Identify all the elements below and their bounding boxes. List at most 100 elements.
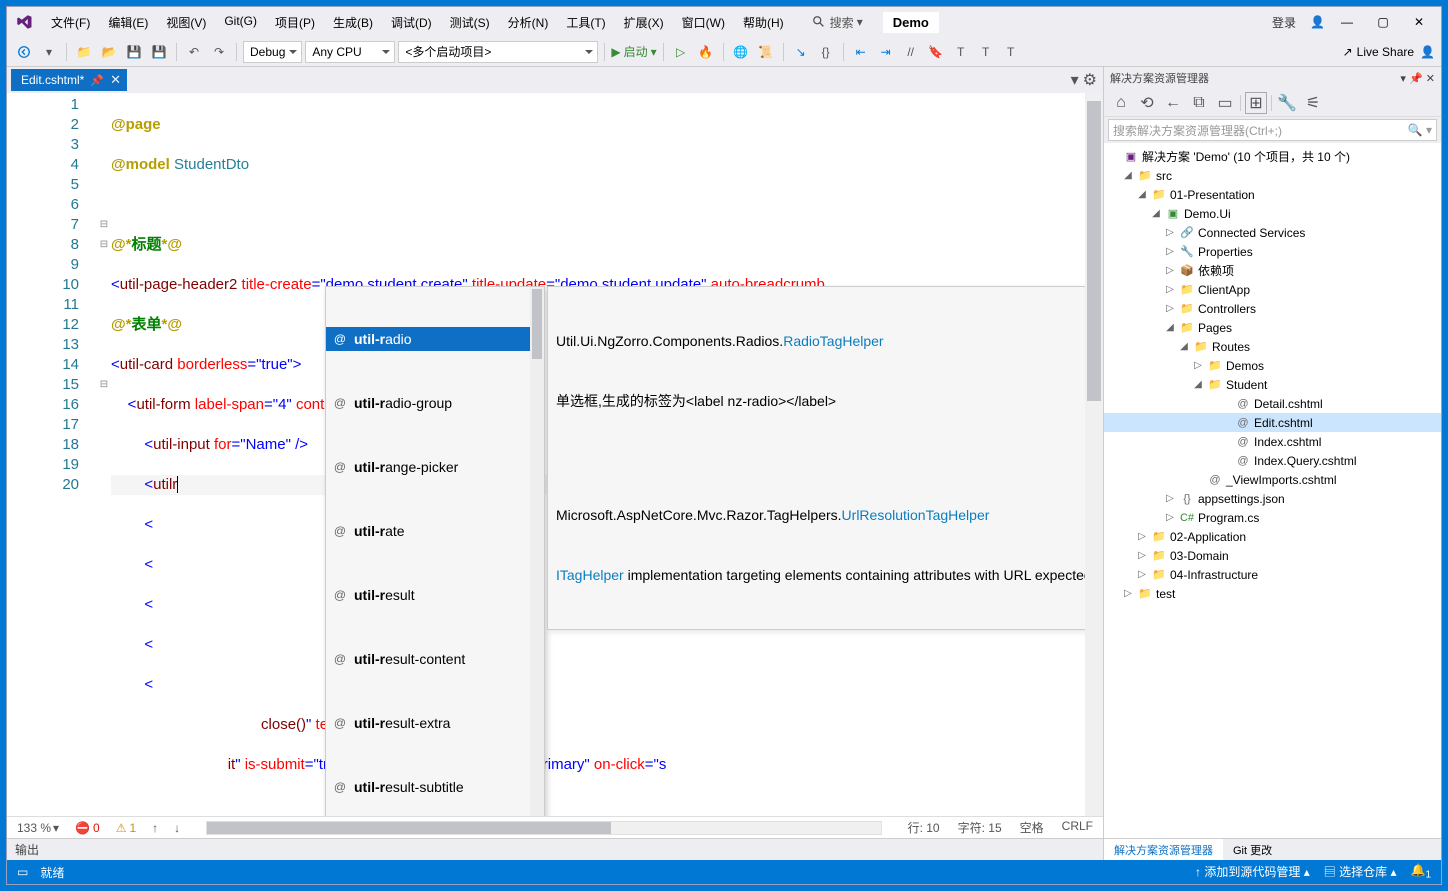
new-project-icon[interactable]: 📁 [73,41,95,63]
script-icon[interactable]: 📜 [755,41,777,63]
intellisense-item[interactable]: @util-result-content [326,647,544,671]
config-combo[interactable]: Debug [243,41,302,63]
view-icon[interactable]: ⊞ [1245,92,1267,114]
intellisense-item[interactable]: @util-result-extra [326,711,544,735]
solution-tree[interactable]: ▣解决方案 'Demo' (10 个项目，共 10 个) ◢📁src ◢📁01-… [1104,143,1441,838]
zoom-level[interactable]: 133 % ▾ [17,821,59,835]
fold-column[interactable]: ⊟⊟⊟ [97,93,111,816]
feedback-icon[interactable]: 👤 [1420,45,1435,59]
home-icon[interactable]: ⌂ [1110,92,1132,114]
save-all-icon[interactable]: 💾 [148,41,170,63]
brackets-icon[interactable]: {} [815,41,837,63]
filter-icon[interactable]: ⚟ [1302,92,1324,114]
eol-mode[interactable]: CRLF [1062,819,1093,836]
folder-icon: 📁 [1179,282,1195,298]
search-box[interactable]: 搜索 ▾ [812,14,863,31]
vertical-scrollbar[interactable] [1085,93,1103,816]
intellisense-item[interactable]: @util-radio-group [326,391,544,415]
intellisense-item[interactable]: @util-range-picker [326,455,544,479]
cursor-col[interactable]: 字符: 15 [958,819,1002,836]
panel-dropdown-icon[interactable]: ▾ [1400,73,1406,85]
menu-window[interactable]: 窗口(W) [674,10,733,35]
notification-icon[interactable]: 🔔1 [1410,863,1431,880]
t2-icon[interactable]: T [975,41,997,63]
comment-icon[interactable]: // [900,41,922,63]
start-no-debug-icon[interactable]: ▷ [670,41,692,63]
bookmark-icon[interactable]: 🔖 [925,41,947,63]
horizontal-scrollbar[interactable] [206,821,881,835]
back-icon[interactable]: ← [1162,92,1184,114]
intellisense-item[interactable]: @util-result-subtitle [326,775,544,799]
solution-search[interactable]: 搜索解决方案资源管理器(Ctrl+;) 🔍 ▾ [1108,119,1437,141]
nav-back-icon[interactable] [13,41,35,63]
menu-debug[interactable]: 调试(D) [383,10,440,35]
t1-icon[interactable]: T [950,41,972,63]
liveshare-button[interactable]: ↗ Live Share [1343,45,1414,59]
menu-edit[interactable]: 编辑(E) [100,10,156,35]
save-icon[interactable]: 💾 [123,41,145,63]
indent-dec-icon[interactable]: ⇤ [850,41,872,63]
source-control-button[interactable]: ↑ 添加到源代码管理 ▴ [1195,863,1310,880]
panel-close-icon[interactable]: ✕ [1426,73,1435,85]
minimize-button[interactable]: — [1333,12,1361,32]
menu-tools[interactable]: 工具(T) [558,10,613,35]
output-icon[interactable]: ▭ [17,865,28,879]
main-menu: 文件(F) 编辑(E) 视图(V) Git(G) 项目(P) 生成(B) 调试(… [43,10,792,35]
tag-icon: @ [332,779,348,795]
stack-icon[interactable]: ▭ [1214,92,1236,114]
startup-combo[interactable]: <多个启动项目> [398,41,598,63]
tab-solution-explorer[interactable]: 解决方案资源管理器 [1104,839,1223,860]
tree-node-selected[interactable]: @Edit.cshtml [1104,413,1441,432]
nav-down-icon[interactable]: ↓ [174,821,180,835]
deps-icon: 📦 [1179,263,1195,279]
menu-git[interactable]: Git(G) [216,10,265,35]
sync-icon[interactable]: ⟲ [1136,92,1158,114]
cursor-line[interactable]: 行: 10 [908,819,940,836]
t3-icon[interactable]: T [1000,41,1022,63]
nav-fwd-icon[interactable]: ▾ [38,41,60,63]
code-editor[interactable]: 1234567891011121314151617181920 ⊟⊟⊟ @pag… [7,93,1103,816]
panel-pin-icon[interactable]: 📌 [1409,73,1423,85]
editor-tab[interactable]: Edit.cshtml* 📌 ✕ [11,69,127,91]
hot-reload-icon[interactable]: 🔥 [695,41,717,63]
open-icon[interactable]: 📂 [98,41,120,63]
platform-combo[interactable]: Any CPU [305,41,395,63]
wrench-icon[interactable]: 🔧 [1276,92,1298,114]
code-content[interactable]: @page @model StudentDto @*标题*@ <util-pag… [111,93,1085,816]
menu-project[interactable]: 项目(P) [267,10,323,35]
undo-icon[interactable]: ↶ [183,41,205,63]
start-button[interactable]: ▶ 启动 ▾ [611,43,656,60]
redo-icon[interactable]: ↷ [208,41,230,63]
close-button[interactable]: ✕ [1405,12,1433,32]
intellisense-popup[interactable]: @util-radio @util-radio-group @util-rang… [325,286,545,816]
intellisense-item[interactable]: @util-result [326,583,544,607]
tab-dropdown-icon[interactable]: ▾ [1071,70,1079,90]
step-icon[interactable]: ↘ [790,41,812,63]
account-icon[interactable]: 👤 [1310,15,1325,29]
tab-close-icon[interactable]: ✕ [110,72,121,88]
indent-mode[interactable]: 空格 [1020,819,1044,836]
intellisense-item[interactable]: @util-radio [326,327,544,351]
menu-extensions[interactable]: 扩展(X) [616,10,672,35]
browser-icon[interactable]: 🌐 [730,41,752,63]
tab-settings-icon[interactable]: ⚙ [1083,70,1097,90]
menu-analyze[interactable]: 分析(N) [500,10,557,35]
intellisense-item[interactable]: @util-rate [326,519,544,543]
menu-build[interactable]: 生成(B) [325,10,381,35]
copy-icon[interactable]: ⧉ [1188,92,1210,114]
repo-button[interactable]: ▤ 选择仓库 ▴ [1324,863,1397,880]
editor-statusbar: 133 % ▾ ⛔ 0 ⚠ 1 ↑ ↓ 行: 10 字符: 15 空格 CRLF [7,816,1103,838]
pin-icon[interactable]: 📌 [90,74,104,87]
menu-help[interactable]: 帮助(H) [735,10,792,35]
nav-up-icon[interactable]: ↑ [152,821,158,835]
maximize-button[interactable]: ▢ [1369,12,1397,32]
menu-test[interactable]: 测试(S) [442,10,498,35]
login-link[interactable]: 登录 [1272,14,1296,31]
warning-count[interactable]: ⚠ 1 [116,821,136,835]
indent-inc-icon[interactable]: ⇥ [875,41,897,63]
tab-git-changes[interactable]: Git 更改 [1223,839,1282,860]
menu-file[interactable]: 文件(F) [43,10,98,35]
error-count[interactable]: ⛔ 0 [75,821,100,835]
output-panel-header[interactable]: 输出 [7,838,1103,860]
menu-view[interactable]: 视图(V) [158,10,214,35]
